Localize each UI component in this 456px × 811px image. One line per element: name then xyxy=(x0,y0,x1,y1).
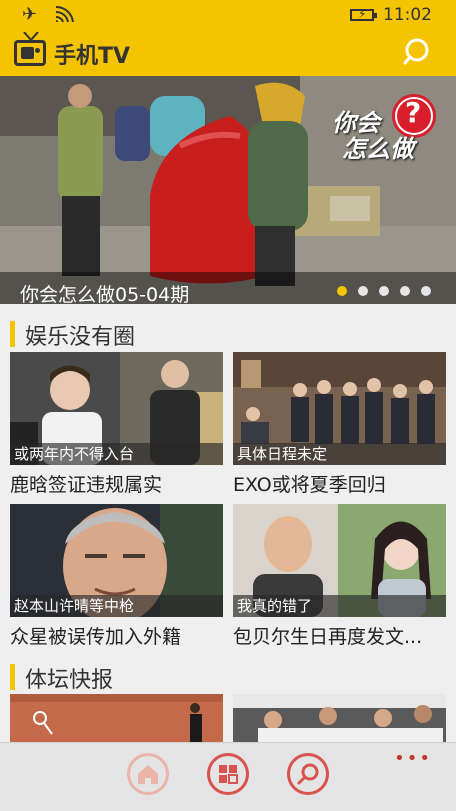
card-caption: 具体日程未定 xyxy=(233,443,446,465)
news-card[interactable]: 或两年内不得入台 鹿晗签证违规属实 xyxy=(10,352,223,497)
news-card[interactable]: 具体日程未定 EXO或将夏季回归 xyxy=(233,352,446,497)
pagination-dot[interactable] xyxy=(358,286,368,296)
battery-charging-icon: ⚡ xyxy=(350,7,377,21)
airplane-icon: ✈ xyxy=(22,4,38,25)
news-card[interactable]: 赵本山许晴等中枪 众星被误传加入外籍 xyxy=(10,504,223,649)
banner-title: 你会怎么做05-04期 xyxy=(20,284,190,304)
categories-button[interactable] xyxy=(207,753,249,795)
home-button[interactable] xyxy=(127,753,169,795)
card-title: EXO或将夏季回归 xyxy=(233,474,386,496)
tv-logo-icon xyxy=(14,40,46,66)
status-time: 11:02 xyxy=(383,5,432,25)
section-label: 体坛快报 xyxy=(25,668,114,693)
wifi-icon xyxy=(55,6,74,23)
news-card[interactable] xyxy=(10,694,223,742)
card-thumbnail xyxy=(10,694,223,742)
section-accent-bar xyxy=(10,664,15,690)
banner-logo-line2: 怎么做 xyxy=(342,135,414,163)
categories-icon xyxy=(219,765,238,784)
card-title: 包贝尔生日再度发文... xyxy=(233,626,423,648)
section-label: 娱乐没有圈 xyxy=(25,325,136,350)
pagination-dot[interactable] xyxy=(421,286,431,296)
home-icon xyxy=(138,765,158,784)
banner-logo-mark: ? xyxy=(405,96,422,129)
card-title: 鹿晗签证违规属实 xyxy=(10,474,163,496)
more-options-button[interactable]: ••• xyxy=(394,748,432,769)
bottom-app-bar: ••• xyxy=(0,742,456,811)
pagination-dot[interactable] xyxy=(379,286,389,296)
card-title: 众星被误传加入外籍 xyxy=(10,626,182,648)
search-button[interactable] xyxy=(287,753,329,795)
news-card[interactable]: 我真的错了 包贝尔生日再度发文... xyxy=(233,504,446,649)
hero-banner[interactable]: 你会 怎么做 ? 你会怎么做05-04期 xyxy=(0,76,456,304)
card-caption: 我真的错了 xyxy=(233,595,446,617)
pagination-dot-active[interactable] xyxy=(337,286,347,296)
pagination-dot[interactable] xyxy=(400,286,410,296)
news-card[interactable] xyxy=(233,694,446,742)
card-thumbnail xyxy=(233,694,446,742)
search-icon xyxy=(297,763,319,785)
card-caption: 或两年内不得入台 xyxy=(10,443,223,465)
card-caption: 赵本山许晴等中枪 xyxy=(10,595,223,617)
section-accent-bar xyxy=(10,321,15,347)
app-title: 手机TV xyxy=(54,44,131,69)
search-icon[interactable] xyxy=(402,36,434,68)
status-bar: ✈ ⚡ 11:02 xyxy=(0,0,456,30)
app-bar: 手机TV xyxy=(0,30,456,76)
